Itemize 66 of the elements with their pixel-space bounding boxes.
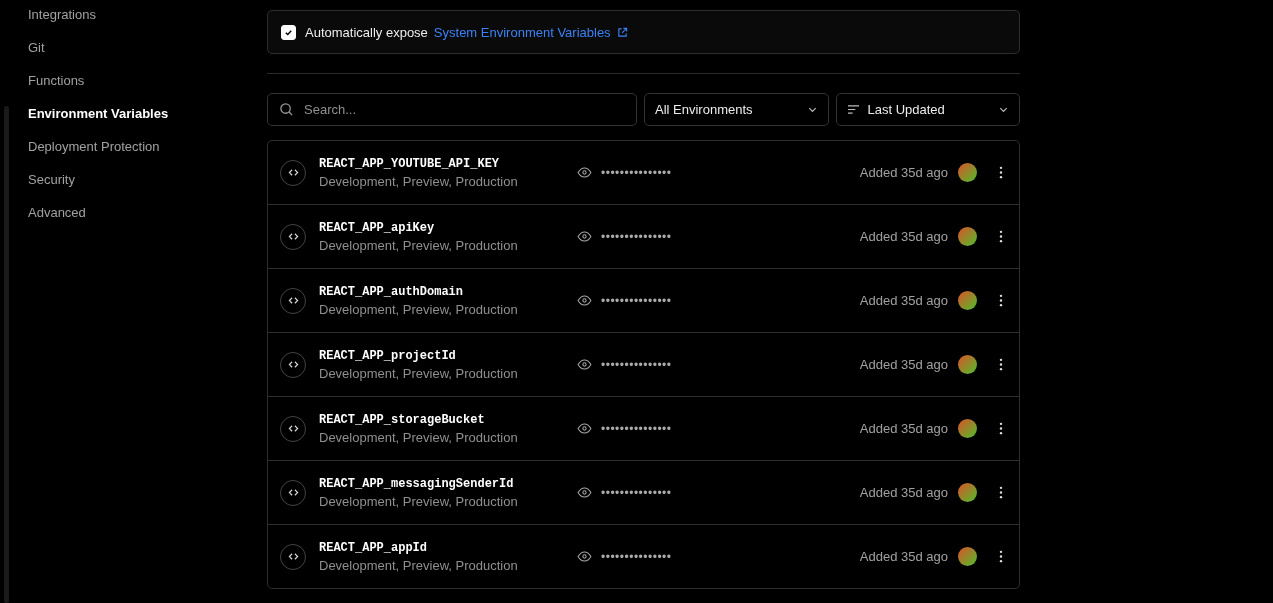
docs-link[interactable]: System Environment Variables [433,24,611,40]
variable-name: REACT_APP_authDomain [319,284,465,299]
hidden-value: ••••••••••••••• [601,421,673,436]
search-field[interactable]: Search... [267,93,637,126]
eye-icon[interactable] [577,551,592,562]
variable-environments: Development, Preview, Production [319,429,519,445]
more-icon[interactable] [999,486,1003,499]
checkbox[interactable] [281,24,296,40]
eye-icon[interactable] [577,231,592,242]
eye-icon[interactable] [577,423,592,434]
avatar [958,547,977,566]
variable-environments: Development, Preview, Production [319,365,519,381]
avatar [958,419,977,438]
variable-name: REACT_APP_projectId [319,348,457,363]
checkbox-label: Automatically expose [305,24,428,40]
avatar [958,163,977,182]
variable-environments: Development, Preview, Production [319,557,519,573]
eye-icon[interactable] [577,167,592,178]
variable-name: REACT_APP_messagingSenderId [319,476,515,491]
search-icon [279,102,294,117]
variable-name: REACT_APP_YOUTUBE_API_KEY [319,156,501,171]
hidden-value: ••••••••••••••• [601,293,673,308]
added-time: Added 35d ago [859,421,948,436]
avatar [958,355,977,374]
hidden-value: ••••••••••••••• [601,229,673,244]
hidden-value: ••••••••••••••• [601,485,673,500]
added-time: Added 35d ago [859,485,948,500]
hidden-value: ••••••••••••••• [601,549,673,564]
sort-lines-icon [846,104,860,115]
variable-environments: Development, Preview, Production [319,301,519,317]
more-icon[interactable] [999,166,1003,179]
more-icon[interactable] [999,294,1003,307]
more-icon[interactable] [999,358,1003,371]
eye-icon[interactable] [577,295,592,306]
sidebar-item[interactable]: Functions [0,72,267,105]
added-time: Added 35d ago [859,165,948,180]
added-time: Added 35d ago [859,229,948,244]
hidden-value: ••••••••••••••• [601,165,673,180]
variable-environments: Development, Preview, Production [319,237,519,253]
more-icon[interactable] [999,550,1003,563]
more-icon[interactable] [999,422,1003,435]
variable-name: REACT_APP_storageBucket [319,412,486,427]
more-icon[interactable] [999,230,1003,243]
added-time: Added 35d ago [859,357,948,372]
variable-environments: Development, Preview, Production [319,493,519,509]
eye-icon[interactable] [577,487,592,498]
eye-icon[interactable] [577,359,592,370]
sidebar-item[interactable]: Advanced [0,204,267,237]
avatar [958,291,977,310]
variable-name: REACT_APP_apiKey [319,220,436,235]
environment-dropdown[interactable]: All Environments [644,93,829,126]
sort-dropdown[interactable]: Last Updated [835,93,1020,126]
hidden-value: ••••••••••••••• [601,357,673,372]
checkmark-icon [284,27,293,37]
avatar [958,227,977,246]
added-time: Added 35d ago [859,293,948,308]
sidebar-item[interactable]: Git [0,39,267,72]
external-link-icon [616,26,628,38]
added-time: Added 35d ago [859,549,948,564]
variable-name: REACT_APP_appId [319,540,429,555]
sidebar-item[interactable]: Security [0,171,267,204]
sidebar-item[interactable]: Integrations [0,6,267,39]
variable-environments: Development, Preview, Production [319,173,519,189]
sidebar-item[interactable]: Environment Variables [0,105,267,138]
sidebar-item[interactable]: Deployment Protection [0,138,267,171]
avatar [958,483,977,502]
